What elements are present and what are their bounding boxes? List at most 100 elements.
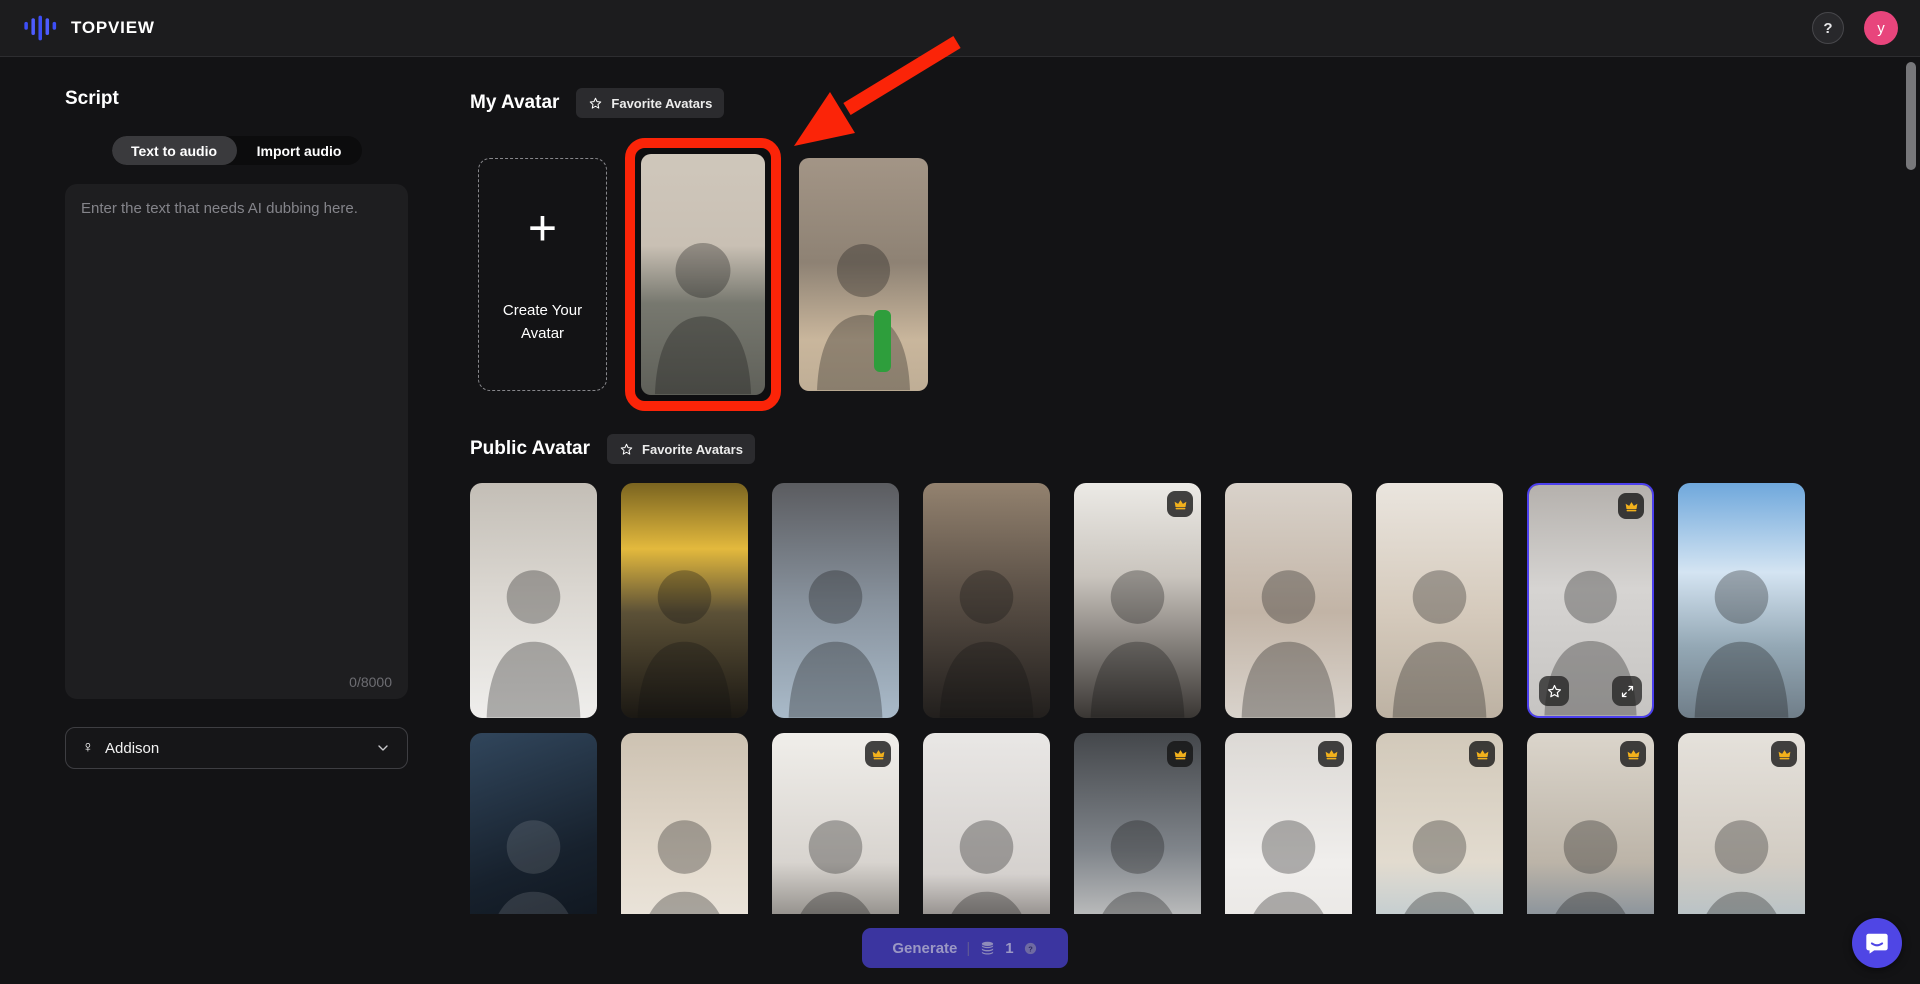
sprite-bottle (874, 310, 891, 372)
plus-icon: + (528, 203, 557, 253)
avatar-photo (772, 483, 899, 718)
brand-name: TOPVIEW (71, 18, 155, 38)
script-panel-title: Script (65, 88, 408, 110)
avatar-photo (470, 733, 597, 914)
star-icon (619, 442, 634, 457)
char-counter: 0/8000 (349, 674, 392, 690)
person-silhouette (621, 789, 748, 914)
script-input[interactable] (65, 184, 408, 699)
public-avatar-card-10[interactable] (470, 733, 597, 914)
person-silhouette (799, 213, 928, 390)
public-avatar-card-16[interactable] (1376, 733, 1503, 914)
crown-icon (1624, 499, 1639, 514)
avatar-panel: My Avatar Favorite Avatars + Create Your… (470, 88, 1850, 914)
credit-info-icon: ? (1023, 941, 1038, 956)
female-symbol-icon: ♀ (82, 739, 94, 757)
person-silhouette (470, 539, 597, 718)
premium-crown-badge (1469, 741, 1495, 767)
person-silhouette (1376, 539, 1503, 718)
star-icon (1546, 683, 1563, 700)
scrollbar-thumb[interactable] (1906, 62, 1916, 170)
avatar-photo (1376, 483, 1503, 718)
crown-icon (871, 747, 886, 762)
person-silhouette (1074, 789, 1201, 914)
avatar-photo (621, 483, 748, 718)
public-avatar-card-12[interactable] (772, 733, 899, 914)
public-avatar-card-14[interactable] (1074, 733, 1201, 914)
public-avatar-card-4[interactable] (923, 483, 1050, 718)
generate-button[interactable]: Generate | 1 ? (862, 928, 1068, 968)
crown-icon (1777, 747, 1792, 762)
user-avatar[interactable]: y (1864, 11, 1898, 45)
credit-cost: 1 (1005, 940, 1013, 957)
expand-button[interactable] (1612, 676, 1642, 706)
public-avatar-card-3[interactable] (772, 483, 899, 718)
help-button[interactable]: ? (1812, 12, 1844, 44)
public-favorite-avatars-button[interactable]: Favorite Avatars (607, 434, 755, 464)
person-silhouette (1376, 789, 1503, 914)
public-avatar-card-18[interactable] (1678, 733, 1805, 914)
premium-crown-badge (1620, 741, 1646, 767)
crown-icon (1324, 747, 1339, 762)
premium-crown-badge (865, 741, 891, 767)
person-silhouette (1225, 789, 1352, 914)
person-silhouette (1074, 539, 1201, 718)
voice-select[interactable]: ♀ Addison (65, 727, 408, 769)
my-avatar-header: My Avatar Favorite Avatars (470, 88, 1850, 118)
avatar-photo (1074, 483, 1201, 718)
premium-crown-badge (1618, 493, 1644, 519)
public-avatar-card-15[interactable] (1225, 733, 1352, 914)
public-avatar-card-2[interactable] (621, 483, 748, 718)
create-avatar-label: Create Your Avatar (491, 299, 595, 346)
public-avatar-card-5[interactable] (1074, 483, 1201, 718)
my-avatar-card-sprite[interactable] (799, 158, 928, 391)
person-silhouette (1527, 789, 1654, 914)
premium-crown-badge (1318, 741, 1344, 767)
chevron-down-icon (375, 740, 391, 756)
public-avatar-card-7[interactable] (1376, 483, 1503, 718)
person-silhouette (1678, 789, 1805, 914)
avatar-photo (470, 483, 597, 718)
person-silhouette (772, 539, 899, 718)
expand-arrows-icon (1620, 684, 1635, 699)
chat-bubble-icon (1864, 930, 1890, 956)
public-avatar-card-13[interactable] (923, 733, 1050, 914)
public-avatar-card-6[interactable] (1225, 483, 1352, 718)
public-avatar-card-9[interactable] (1678, 483, 1805, 718)
public-avatar-card-8[interactable] (1527, 483, 1654, 718)
premium-crown-badge (1771, 741, 1797, 767)
script-input-wrap: 0/8000 (65, 184, 408, 704)
script-panel: Script Text to audio Import audio 0/8000… (65, 88, 408, 769)
public-avatar-card-1[interactable] (470, 483, 597, 718)
person-silhouette (1225, 539, 1352, 718)
voice-name: Addison (105, 740, 159, 757)
person-silhouette (923, 539, 1050, 718)
crown-icon (1475, 747, 1490, 762)
my-avatar-row: + Create Your Avatar (470, 136, 1850, 412)
person-silhouette (923, 789, 1050, 914)
tab-import-audio[interactable]: Import audio (237, 136, 362, 165)
top-bar: TOPVIEW ? y (0, 0, 1920, 57)
tab-text-to-audio[interactable]: Text to audio (112, 136, 237, 165)
topview-logo-icon (24, 13, 60, 43)
avatar-photo (923, 483, 1050, 718)
premium-crown-badge (1167, 741, 1193, 767)
public-avatar-header: Public Avatar Favorite Avatars (470, 434, 1850, 464)
person-silhouette (621, 539, 748, 718)
star-icon (588, 96, 603, 111)
audio-source-tabs: Text to audio Import audio (112, 136, 362, 165)
my-avatar-title: My Avatar (470, 92, 559, 114)
chat-launcher-button[interactable] (1852, 918, 1902, 968)
my-favorite-avatars-button[interactable]: Favorite Avatars (576, 88, 724, 118)
person-silhouette (1678, 539, 1805, 718)
person-silhouette (470, 789, 597, 914)
avatar-photo (923, 733, 1050, 914)
person-silhouette (641, 211, 765, 394)
my-avatar-card-selected[interactable] (641, 154, 765, 395)
public-avatar-card-17[interactable] (1527, 733, 1654, 914)
premium-crown-badge (1167, 491, 1193, 517)
favorite-star-button[interactable] (1539, 676, 1569, 706)
create-avatar-card[interactable]: + Create Your Avatar (478, 158, 607, 391)
public-avatar-card-11[interactable] (621, 733, 748, 914)
crown-icon (1173, 497, 1188, 512)
